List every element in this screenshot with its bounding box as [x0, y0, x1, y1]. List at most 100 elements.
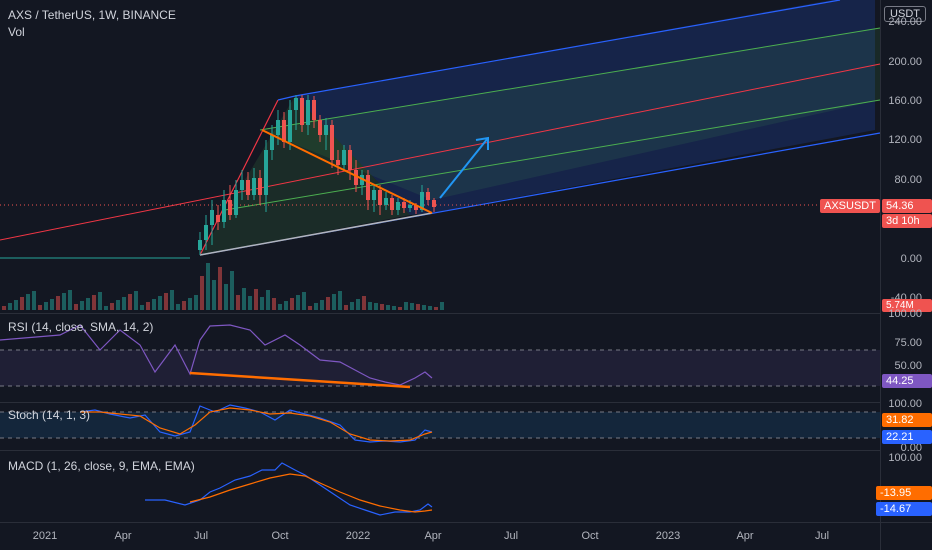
symbol-tag: AXSUSDT: [820, 199, 880, 213]
candle-body: [348, 150, 352, 170]
volume-bar: [44, 302, 48, 310]
volume-bar: [440, 302, 444, 310]
volume-bar: [392, 306, 396, 310]
candle-body: [378, 190, 382, 205]
volume-bar: [266, 290, 270, 310]
volume-bar: [284, 301, 288, 310]
volume-bar: [416, 304, 420, 310]
candle-body: [432, 200, 436, 207]
candle-body: [318, 120, 322, 135]
volume-bar: [86, 298, 90, 310]
macd-axis-tick: 100.00: [888, 452, 922, 464]
volume-bar: [218, 267, 222, 310]
volume-bar: [338, 291, 342, 310]
volume-bar: [332, 294, 336, 310]
candle-body: [204, 225, 208, 240]
volume-bar: [362, 296, 366, 310]
volume-bar: [32, 291, 36, 310]
candle-body: [306, 100, 310, 125]
candle-body: [336, 160, 340, 165]
volume-bar: [38, 305, 42, 310]
volume-bar: [296, 295, 300, 310]
rsi-title[interactable]: RSI (14, close, SMA, 14, 2): [8, 320, 153, 334]
candle-body: [390, 198, 394, 210]
candle-body: [342, 150, 346, 165]
volume-bar: [278, 304, 282, 310]
volume-bar: [146, 302, 150, 310]
volume-bar: [62, 293, 66, 310]
volume-bar: [248, 296, 252, 310]
volume-bar: [260, 297, 264, 310]
volume-label[interactable]: Vol: [8, 25, 25, 39]
bar-countdown: 3d 10h: [882, 214, 932, 228]
price-axis-tick: 80.00: [894, 174, 922, 186]
candle-body: [276, 120, 280, 135]
candle-body: [396, 202, 400, 210]
volume-bar: [92, 295, 96, 310]
volume-bar: [182, 301, 186, 310]
volume-bar: [8, 303, 12, 310]
volume-bar: [398, 307, 402, 310]
macd-title[interactable]: MACD (1, 26, close, 9, EMA, EMA): [8, 459, 195, 473]
time-axis-tick: Apr: [736, 530, 754, 542]
time-axis-tick: Apr: [424, 530, 442, 542]
candle-body: [300, 98, 304, 125]
candle-body: [384, 198, 388, 205]
volume-bar: [188, 298, 192, 310]
volume-bar: [20, 297, 24, 310]
candle-body: [366, 175, 370, 200]
time-axis-tick: Jul: [193, 530, 209, 542]
volume-bar: [122, 297, 126, 310]
rsi-value-tag: 44.25: [882, 374, 932, 388]
volume-bar: [404, 302, 408, 310]
candle-body: [330, 125, 334, 160]
volume-bar: [308, 306, 312, 310]
candle-body: [408, 205, 412, 208]
volume-bar: [290, 298, 294, 310]
volume-bar: [116, 300, 120, 310]
candle-body: [210, 210, 214, 225]
volume-bar: [386, 305, 390, 310]
pitchfork-channel[interactable]: [0, 0, 881, 256]
volume-bar: [314, 303, 318, 310]
volume-bar: [368, 302, 372, 310]
stoch-k-tag: 22.21: [882, 430, 932, 444]
candle-body: [288, 110, 292, 142]
candle-body: [324, 125, 328, 135]
volume-bar: [14, 300, 18, 310]
volume-bar: [374, 303, 378, 310]
time-axis-tick: 2023: [655, 530, 681, 542]
volume-bar: [242, 288, 246, 310]
volume-bar: [380, 304, 384, 310]
volume-bar: [206, 263, 210, 310]
volume-bar: [26, 294, 30, 310]
volume-bars: [2, 263, 444, 310]
volume-bar: [422, 305, 426, 310]
volume-bar: [158, 296, 162, 310]
candle-body: [294, 98, 298, 110]
candle-body: [426, 192, 430, 200]
volume-bar: [98, 292, 102, 310]
stoch-title[interactable]: Stoch (14, 1, 3): [8, 408, 90, 422]
price-axis-tick: 120.00: [888, 134, 922, 146]
volume-bar: [326, 297, 330, 310]
volume-bar: [320, 300, 324, 310]
candle-body: [372, 190, 376, 200]
volume-bar: [356, 299, 360, 310]
volume-bar: [68, 290, 72, 310]
price-axis-tick: 200.00: [888, 56, 922, 68]
volume-bar: [104, 306, 108, 310]
volume-bar: [80, 301, 84, 310]
symbol-title[interactable]: AXS / TetherUS, 1W, BINANCE: [8, 8, 176, 22]
volume-bar: [200, 276, 204, 310]
volume-bar: [224, 284, 228, 310]
volume-bar: [164, 293, 168, 310]
price-axis-tick: 0.00: [900, 253, 922, 265]
candle-body: [198, 240, 202, 250]
candle-body: [222, 200, 226, 222]
volume-bar: [74, 304, 78, 310]
candle-body: [402, 202, 406, 208]
rsi-axis-tick: 100.00: [888, 308, 922, 320]
candle-body: [216, 215, 220, 222]
time-axis-tick: 2021: [32, 530, 58, 542]
